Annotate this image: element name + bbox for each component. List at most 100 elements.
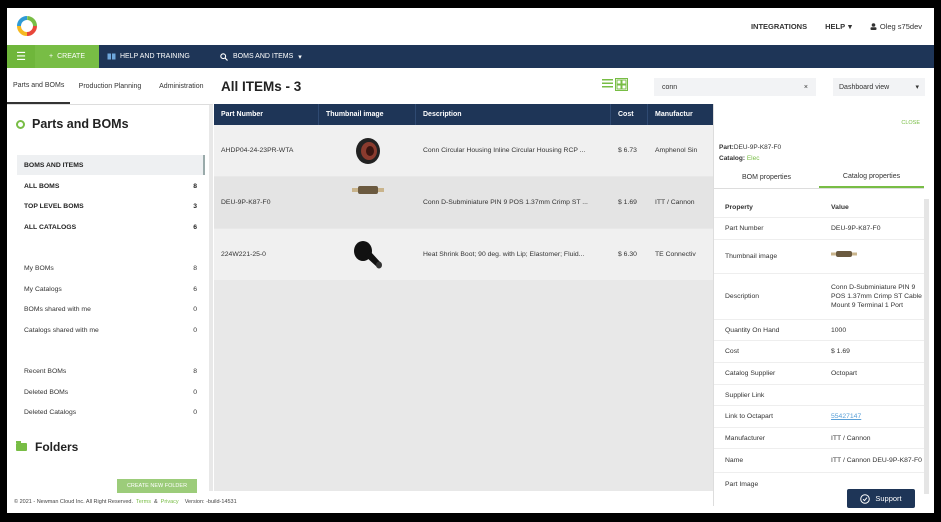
app-logo-icon[interactable] [16, 15, 38, 37]
close-panel-button[interactable]: CLOSE [901, 120, 920, 126]
property-value: Conn D-Subminiature PIN 9 POS 1.37mm Cri… [831, 284, 922, 309]
value-column-header: Value [831, 204, 849, 211]
property-column-header: Property [725, 204, 753, 211]
circular-connector-thumbnail [355, 137, 380, 164]
help-training-button[interactable]: HELP AND TRAINING [107, 45, 190, 68]
help-menu[interactable]: HELP ▾ [825, 22, 852, 31]
integrations-link[interactable]: INTEGRATIONS [751, 22, 807, 31]
property-value: $ 1.69 [831, 348, 850, 355]
panel-scrollbar[interactable] [924, 199, 929, 494]
property-value: ITT / Cannon DEU-9P-K87-F0 [831, 457, 922, 464]
sidebar-item-boms-shared[interactable]: BOMs shared with me 0 [17, 299, 205, 319]
cost-cell: $ 6.73 [618, 147, 637, 154]
part-number-cell: 224W221-25-0 [221, 251, 266, 258]
property-row: Cost $ 1.69 [714, 341, 924, 363]
privacy-link[interactable]: Privacy [161, 499, 179, 505]
support-button[interactable]: Support [847, 489, 915, 508]
table-row[interactable]: AHDP04-24-23PR-WTA Conn Circular Housing… [214, 125, 713, 176]
property-value: Octopart [831, 370, 858, 377]
hamburger-menu-icon[interactable]: ☰ [7, 45, 35, 68]
sidebar-item-deleted-catalogs[interactable]: Deleted Catalogs 0 [17, 402, 205, 422]
book-icon [107, 53, 116, 60]
property-row: Manufacturer ITT / Cannon [714, 428, 924, 449]
tab-administration[interactable]: Administration [150, 68, 213, 104]
table-row[interactable]: DEU-9P-K87-F0 Conn D-Subminiature PIN 9 … [214, 177, 713, 228]
sidebar-item-recent-boms[interactable]: Recent BOMs 8 [17, 361, 205, 381]
sidebar-item-all-catalogs[interactable]: ALL CATALOGS 6 [17, 217, 205, 237]
property-row: Description Conn D-Subminiature PIN 9 PO… [714, 274, 924, 320]
plus-icon: + [49, 53, 54, 60]
column-header-thumbnail[interactable]: Thumbnail image [319, 104, 416, 125]
property-key: Description [725, 293, 759, 300]
sidebar-item-count: 8 [193, 264, 197, 272]
property-row: Thumbnail image [714, 240, 924, 274]
sidebar-item-deleted-boms[interactable]: Deleted BOMs 0 [17, 382, 205, 402]
chat-icon [860, 493, 871, 504]
version-text: Version: -build-14531 [184, 499, 237, 505]
column-header-cost[interactable]: Cost [611, 104, 648, 125]
top-nav: INTEGRATIONS HELP ▾ Oleg s75dev [751, 22, 922, 31]
property-key: Quantity On Hand [725, 326, 780, 334]
property-key: Manufacturer [725, 434, 766, 442]
view-select-value: Dashboard view [839, 83, 890, 91]
sidebar-item-boms-and-items[interactable]: BOMS AND ITEMS [17, 155, 205, 175]
view-select[interactable]: Dashboard view ▾ [833, 78, 925, 96]
caret-down-icon: ▾ [915, 84, 919, 91]
thumbnail-cell [319, 229, 416, 280]
view-toggle [602, 78, 628, 91]
folder-icon [16, 441, 27, 451]
sidebar-item-my-catalogs[interactable]: My Catalogs 6 [17, 279, 205, 299]
page-title: All ITEMs - 3 [221, 79, 302, 94]
catalog-link[interactable]: Elec [747, 155, 760, 162]
tab-catalog-properties[interactable]: Catalog properties [819, 167, 924, 188]
tab-production-planning[interactable]: Production Planning [70, 68, 149, 104]
top-bar: INTEGRATIONS HELP ▾ Oleg s75dev [7, 8, 934, 45]
property-key: Supplier Link [725, 391, 765, 399]
support-label: Support [875, 494, 902, 503]
sidebar: Parts and BOMs BOMS AND ITEMS ALL BOMS 8… [7, 105, 213, 493]
boms-items-menu[interactable]: BOMS AND ITEMS ▾ [220, 45, 302, 68]
sidebar-item-count: 8 [193, 182, 197, 190]
property-key: Name [725, 457, 744, 464]
sidebar-item-top-level-boms[interactable]: TOP LEVEL BOMS 3 [17, 196, 205, 216]
help-training-label: HELP AND TRAINING [120, 53, 190, 60]
octopart-link[interactable]: 55427147 [831, 412, 924, 421]
list-view-icon[interactable] [602, 78, 613, 89]
description-cell: Conn Circular Housing Inline Circular Ho… [423, 147, 586, 154]
footer: © 2021 - Newman Cloud Inc. All Right Res… [7, 491, 713, 513]
catalog-label: Catalog: [719, 155, 745, 162]
cost-cell: $ 6.30 [618, 251, 637, 258]
sidebar-item-count: 0 [193, 326, 197, 334]
sidebar-item-label: Deleted BOMs [24, 388, 69, 396]
sidebar-item-all-boms[interactable]: ALL BOMS 8 [17, 176, 205, 196]
tab-bom-properties[interactable]: BOM properties [714, 167, 819, 188]
user-menu[interactable]: Oleg s75dev [870, 22, 922, 31]
property-row: Quantity On Hand 1000 [714, 320, 924, 341]
terms-link[interactable]: Terms [136, 499, 151, 505]
boms-items-label: BOMS AND ITEMS [233, 53, 294, 60]
section-tabs: Parts and BOMs Production Planning Admin… [7, 68, 213, 105]
property-row: Name ITT / Cannon DEU-9P-K87-F0 [714, 449, 924, 473]
copyright-text: © 2021 - Newman Cloud Inc. All Right Res… [14, 499, 133, 505]
sidebar-item-label: Deleted Catalogs [24, 408, 77, 416]
sidebar-item-count: 8 [193, 367, 197, 375]
sidebar-item-label: BOMS AND ITEMS [24, 161, 84, 169]
property-value: DEU-9P-K87-F0 [831, 225, 881, 232]
table-row[interactable]: 224W221-25-0 Heat Shrink Boot; 90 deg. w… [214, 229, 713, 280]
clear-search-icon[interactable]: × [804, 84, 808, 91]
sidebar-item-my-boms[interactable]: My BOMs 8 [17, 258, 205, 278]
property-row: Part Number DEU-9P-K87-F0 [714, 218, 924, 240]
sidebar-item-count: 0 [193, 408, 197, 416]
create-button[interactable]: + CREATE [35, 45, 99, 68]
column-header-description[interactable]: Description [416, 104, 611, 125]
grid-view-icon[interactable] [615, 78, 628, 91]
part-value: DEU-9P-K87-F0 [733, 144, 782, 151]
column-header-part-number[interactable]: Part Number [214, 104, 319, 125]
sidebar-item-catalogs-shared[interactable]: Catalogs shared with me 0 [17, 320, 205, 340]
property-key: Catalog Supplier [725, 370, 776, 377]
search-input[interactable]: conn × [654, 78, 816, 96]
sidebar-item-count: 6 [193, 223, 197, 231]
tab-parts-and-boms[interactable]: Parts and BOMs [7, 68, 71, 104]
property-value: 1000 [831, 326, 847, 334]
column-header-manufacturer[interactable]: Manufactur [648, 104, 713, 125]
